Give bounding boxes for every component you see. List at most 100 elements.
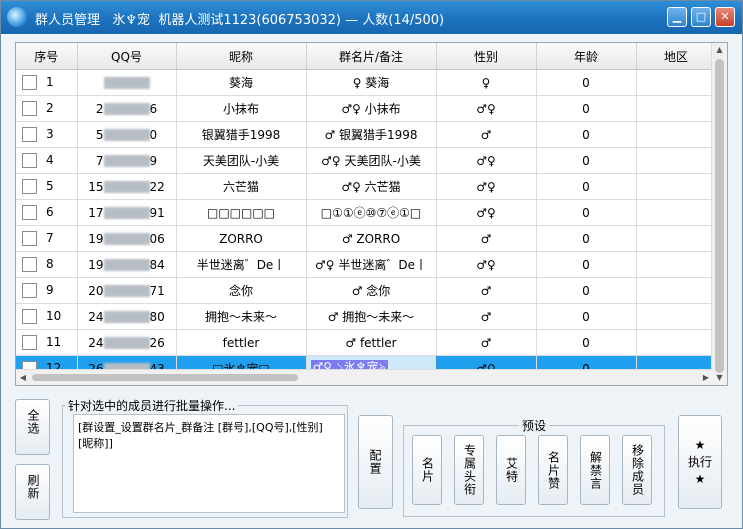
- qq-cell[interactable]: 79: [77, 147, 177, 174]
- region-cell[interactable]: [636, 173, 717, 200]
- gender-cell[interactable]: ♂: [436, 277, 537, 304]
- nickname-cell[interactable]: fettler: [176, 329, 307, 356]
- qq-cell[interactable]: [77, 69, 177, 96]
- nickname-cell[interactable]: 六芒猫: [176, 173, 307, 200]
- row-checkbox[interactable]: [22, 101, 37, 116]
- gender-cell[interactable]: ♂: [436, 225, 537, 252]
- region-cell[interactable]: [636, 329, 717, 356]
- horizontal-scroll-thumb[interactable]: [32, 374, 298, 381]
- table-row[interactable]: 10 24 80 拥抱～未来～ ♂ 拥抱～未来～ ♂ 0: [16, 303, 717, 330]
- age-cell[interactable]: 0: [536, 225, 637, 252]
- card-cell[interactable]: ♂ 银翼猎手1998: [306, 121, 437, 148]
- gender-cell[interactable]: ♂: [436, 121, 537, 148]
- card-cell[interactable]: ♂ 念你: [306, 277, 437, 304]
- nickname-cell[interactable]: 拥抱～未来～: [176, 303, 307, 330]
- gender-cell[interactable]: ♂♀: [436, 95, 537, 122]
- row-index-cell[interactable]: 1: [16, 69, 78, 96]
- nickname-cell[interactable]: 银翼猎手1998: [176, 121, 307, 148]
- nickname-cell[interactable]: 半世迷离゛De丨: [176, 251, 307, 278]
- card-cell[interactable]: ♂ ZORRO: [306, 225, 437, 252]
- region-cell[interactable]: [636, 199, 717, 226]
- row-checkbox[interactable]: [22, 335, 37, 350]
- row-index-cell[interactable]: 3: [16, 121, 78, 148]
- region-cell[interactable]: [636, 251, 717, 278]
- preset-unmute-button[interactable]: 解禁言: [580, 435, 610, 505]
- nickname-cell[interactable]: □□□□□□: [176, 199, 307, 226]
- horizontal-scrollbar[interactable]: ◀ ▶: [16, 369, 713, 385]
- gender-cell[interactable]: ♂♀: [436, 147, 537, 174]
- nickname-cell[interactable]: 天美团队-小美: [176, 147, 307, 174]
- table-row[interactable]: 5 15 22 六芒猫 ♂♀ 六芒猫 ♂♀ 0: [16, 173, 717, 200]
- table-row[interactable]: 11 24 26 fettler ♂ fettler ♂ 0: [16, 329, 717, 356]
- gender-cell[interactable]: ♀: [436, 69, 537, 96]
- vertical-scrollbar[interactable]: ▲ ▼: [711, 43, 727, 385]
- qq-cell[interactable]: 19 06: [77, 225, 177, 252]
- qq-cell[interactable]: 26: [77, 95, 177, 122]
- card-cell[interactable]: ♂♀ 小抹布: [306, 95, 437, 122]
- gender-cell[interactable]: ♂: [436, 303, 537, 330]
- preset-card-button[interactable]: 名片: [412, 435, 442, 505]
- close-icon[interactable]: ✕: [715, 7, 735, 27]
- age-cell[interactable]: 0: [536, 199, 637, 226]
- card-cell[interactable]: ♂♀ 六芒猫: [306, 173, 437, 200]
- column-header-card[interactable]: 群名片/备注: [306, 43, 437, 70]
- age-cell[interactable]: 0: [536, 277, 637, 304]
- qq-cell[interactable]: 20 71: [77, 277, 177, 304]
- age-cell[interactable]: 0: [536, 173, 637, 200]
- region-cell[interactable]: [636, 69, 717, 96]
- row-index-cell[interactable]: 4: [16, 147, 78, 174]
- nickname-cell[interactable]: 念你: [176, 277, 307, 304]
- column-header-gender[interactable]: 性别: [436, 43, 537, 70]
- select-all-button[interactable]: 全选: [15, 399, 50, 455]
- preset-remove-member-button[interactable]: 移除成员: [622, 435, 652, 505]
- table-row[interactable]: 3 5 0 银翼猎手1998 ♂ 银翼猎手1998 ♂ 0: [16, 121, 717, 148]
- card-cell[interactable]: ♂ 拥抱～未来～: [306, 303, 437, 330]
- age-cell[interactable]: 0: [536, 303, 637, 330]
- qq-cell[interactable]: 17 91: [77, 199, 177, 226]
- preset-card-like-button[interactable]: 名片赞: [538, 435, 568, 505]
- nickname-cell[interactable]: 小抹布: [176, 95, 307, 122]
- row-index-cell[interactable]: 8: [16, 251, 78, 278]
- column-header-index[interactable]: 序号: [16, 43, 78, 70]
- age-cell[interactable]: 0: [536, 147, 637, 174]
- age-cell[interactable]: 0: [536, 95, 637, 122]
- member-table[interactable]: 序号 QQ号 昵称 群名片/备注 性别 年龄 地区 1 葵海 ♀ 葵海 ♀ 0 2 2 6 小抹…: [15, 42, 728, 386]
- column-header-age[interactable]: 年龄: [536, 43, 637, 70]
- command-textarea[interactable]: [群设置_设置群名片_群备注 [群号],[QQ号],[性别] [昵称]]: [73, 414, 345, 513]
- gender-cell[interactable]: ♂♀: [436, 251, 537, 278]
- row-index-cell[interactable]: 9: [16, 277, 78, 304]
- row-checkbox[interactable]: [22, 205, 37, 220]
- column-header-region[interactable]: 地区: [636, 43, 717, 70]
- region-cell[interactable]: [636, 225, 717, 252]
- vertical-scroll-thumb[interactable]: [715, 59, 724, 373]
- refresh-button[interactable]: 刷新: [15, 464, 50, 520]
- table-row[interactable]: 8 19 84 半世迷离゛De丨 ♂♀ 半世迷离゛De丨 ♂♀ 0: [16, 251, 717, 278]
- table-row[interactable]: 6 17 91 □□□□□□ □①①ⓔ⑩⑦ⓔ①□ ♂♀ 0: [16, 199, 717, 226]
- table-row[interactable]: 2 2 6 小抹布 ♂♀ 小抹布 ♂♀ 0: [16, 95, 717, 122]
- age-cell[interactable]: 0: [536, 69, 637, 96]
- age-cell[interactable]: 0: [536, 251, 637, 278]
- row-checkbox[interactable]: [22, 257, 37, 272]
- table-row[interactable]: 7 19 06 ZORRO ♂ ZORRO ♂ 0: [16, 225, 717, 252]
- row-index-cell[interactable]: 7: [16, 225, 78, 252]
- row-checkbox[interactable]: [22, 231, 37, 246]
- card-cell[interactable]: ♂♀ 天美团队-小美: [306, 147, 437, 174]
- qq-cell[interactable]: 19 84: [77, 251, 177, 278]
- card-cell[interactable]: ♂♀ 半世迷离゛De丨: [306, 251, 437, 278]
- column-header-nickname[interactable]: 昵称: [176, 43, 307, 70]
- scroll-down-icon[interactable]: ▼: [712, 371, 727, 385]
- preset-mention-button[interactable]: 艾特: [496, 435, 526, 505]
- minimize-icon[interactable]: ▁: [667, 7, 687, 27]
- row-index-cell[interactable]: 10: [16, 303, 78, 330]
- nickname-cell[interactable]: ZORRO: [176, 225, 307, 252]
- row-checkbox[interactable]: [22, 75, 37, 90]
- qq-cell[interactable]: 24 80: [77, 303, 177, 330]
- age-cell[interactable]: 0: [536, 329, 637, 356]
- scroll-left-icon[interactable]: ◀: [16, 370, 30, 385]
- qq-cell[interactable]: 24 26: [77, 329, 177, 356]
- row-checkbox[interactable]: [22, 283, 37, 298]
- table-row[interactable]: 9 20 71 念你 ♂ 念你 ♂ 0: [16, 277, 717, 304]
- table-row[interactable]: 4 7 9 天美团队-小美 ♂♀ 天美团队-小美 ♂♀ 0: [16, 147, 717, 174]
- qq-cell[interactable]: 15 22: [77, 173, 177, 200]
- title-bar[interactable]: 群人员管理 氷♆宠 机器人测试1123(606753032) — 人数(14/5…: [1, 1, 742, 34]
